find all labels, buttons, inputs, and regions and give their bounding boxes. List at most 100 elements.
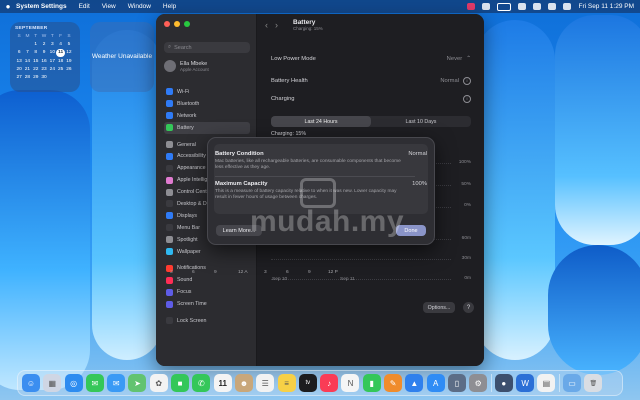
menu-help[interactable]: Help: [163, 3, 176, 10]
battery-status-icon[interactable]: [497, 2, 512, 11]
calendar-day: 22: [33, 66, 39, 72]
app-store-icon[interactable]: A: [426, 374, 445, 392]
sidebar-item-battery[interactable]: Battery: [164, 121, 250, 134]
menu-window[interactable]: Window: [128, 3, 151, 10]
dock-separator: [490, 374, 492, 392]
x-tick-label: 3: [264, 270, 267, 275]
zoom-window-icon[interactable]: [184, 21, 190, 27]
spotlight-icon: [166, 236, 173, 244]
apple-intelligence-icon: [166, 176, 173, 184]
window-controls: [164, 21, 190, 27]
sidebar-item-label: Focus: [177, 289, 192, 296]
spotlight-icon[interactable]: [533, 3, 542, 10]
info-icon[interactable]: i: [463, 77, 471, 85]
notes-icon[interactable]: ≡: [277, 374, 296, 392]
account-row[interactable]: Ella Mbeke Apple Account: [164, 60, 209, 72]
charging-label: Charging: [271, 96, 295, 102]
word-icon[interactable]: W: [516, 374, 535, 392]
sidebar-item-label: Lock Screen: [177, 317, 207, 324]
stepper-icon: ⌃: [466, 56, 471, 62]
calendar-widget[interactable]: SEPTEMBER SMTWTFS 1 2 3 4 5 6 7 8 9 10 11 12 13 14 15 1…: [10, 22, 80, 92]
contacts-icon[interactable]: ☻: [234, 374, 253, 392]
calendar-day: 26: [66, 66, 72, 72]
forward-icon[interactable]: ›: [275, 20, 285, 30]
low-power-select[interactable]: Never ⌃: [447, 56, 471, 62]
music-icon[interactable]: ♪: [320, 374, 339, 392]
safari-icon[interactable]: ◎: [64, 374, 83, 392]
wifi-icon[interactable]: [518, 3, 527, 10]
sidebar-item-wi-fi[interactable]: Wi-Fi: [164, 86, 250, 98]
watermark-logo-icon: [300, 178, 336, 208]
wallpaper-shape: [555, 15, 640, 245]
desktop-dock-icon: [166, 200, 173, 208]
sidebar-item-wallpaper[interactable]: Wallpaper: [164, 246, 250, 258]
network-icon: [166, 112, 173, 120]
trash-icon[interactable]: 🗑: [584, 374, 603, 392]
news-icon[interactable]: N: [341, 374, 360, 392]
close-window-icon[interactable]: [164, 21, 170, 27]
calendar-weekday: S: [17, 33, 21, 39]
menu-view[interactable]: View: [102, 3, 116, 10]
calendar-day: 25: [57, 66, 64, 72]
weather-widget[interactable]: Weather Unavailable: [90, 22, 154, 92]
sidebar-item-screen-time[interactable]: Screen Time: [164, 298, 250, 310]
photos-icon[interactable]: ✿: [149, 374, 168, 392]
calendar-day: 7: [26, 50, 29, 56]
sidebar-item-focus[interactable]: Focus: [164, 286, 250, 298]
preview-icon[interactable]: ●: [494, 374, 513, 392]
iphone-mirroring-icon[interactable]: ▯: [447, 374, 466, 392]
focus-icon: [166, 288, 173, 296]
maps-icon[interactable]: ➤: [128, 374, 147, 392]
menu-bar-icon: [166, 224, 173, 232]
sidebar-item-bluetooth[interactable]: Bluetooth: [164, 98, 250, 110]
sidebar-item-label: Displays: [177, 212, 198, 219]
calendar-day: 12: [66, 50, 72, 56]
launchpad-icon[interactable]: ▦: [43, 374, 62, 392]
phone-icon[interactable]: ✆: [192, 374, 211, 392]
menu-edit[interactable]: Edit: [79, 3, 90, 10]
keynote-icon[interactable]: ▲: [405, 374, 424, 392]
low-power-row: Low Power Mode Never ⌃: [271, 52, 471, 66]
y-tick-label: 50%: [461, 182, 471, 187]
downloads-folder-icon[interactable]: ▭: [563, 374, 582, 392]
reminders-icon[interactable]: ☰: [256, 374, 275, 392]
menu-app-name[interactable]: System Settings: [16, 3, 67, 10]
messages-icon[interactable]: ✉: [85, 374, 104, 392]
tab-last-10-days[interactable]: Last 10 Days: [371, 116, 471, 127]
facetime-icon[interactable]: ■: [171, 374, 190, 392]
time-range-segmented-control: Last 24 Hours Last 10 Days: [271, 116, 471, 127]
lock-screen-icon: [166, 317, 173, 325]
calendar-day: 28: [24, 75, 31, 81]
sound-icon: [166, 276, 173, 284]
pages-icon[interactable]: ✎: [384, 374, 403, 392]
status-app-icon[interactable]: [482, 3, 491, 10]
options-button[interactable]: Options...: [423, 302, 455, 313]
apple-menu-icon[interactable]: ●: [0, 2, 16, 11]
system-settings-icon[interactable]: ⚙: [469, 374, 488, 392]
wallpaper-shape: [475, 20, 555, 360]
calendar-day: 18: [57, 58, 64, 64]
sidebar-item-label: Network: [177, 112, 197, 119]
y-tick-label: 60m: [461, 236, 471, 241]
sidebar-item-lock-screen[interactable]: Lock Screen: [164, 315, 250, 327]
minimize-window-icon[interactable]: [174, 21, 180, 27]
tab-last-24-hours[interactable]: Last 24 Hours: [271, 116, 371, 127]
menu-clock[interactable]: Fri Sep 11 1:29 PM: [578, 3, 634, 10]
calendar-day: 5: [67, 41, 71, 47]
status-app-icon[interactable]: [467, 3, 476, 10]
help-button[interactable]: ?: [463, 302, 474, 313]
tv-icon[interactable]: tv: [298, 374, 317, 392]
calendar-icon[interactable]: 11: [213, 374, 232, 392]
info-icon[interactable]: i: [463, 95, 471, 103]
document-icon[interactable]: ▤: [537, 374, 556, 392]
mail-icon[interactable]: ✉: [107, 374, 126, 392]
finder-icon[interactable]: ☺: [22, 374, 40, 392]
numbers-icon[interactable]: ▮: [362, 374, 381, 392]
calendar-day: 24: [49, 66, 55, 72]
back-icon[interactable]: ‹: [265, 20, 275, 30]
search-input[interactable]: ⌕ Search: [164, 42, 250, 53]
sidebar-item-network[interactable]: Network: [164, 110, 250, 122]
sidebar-item-sound[interactable]: Sound: [164, 274, 250, 286]
siri-icon[interactable]: [563, 3, 572, 10]
control-center-icon[interactable]: [548, 3, 557, 10]
